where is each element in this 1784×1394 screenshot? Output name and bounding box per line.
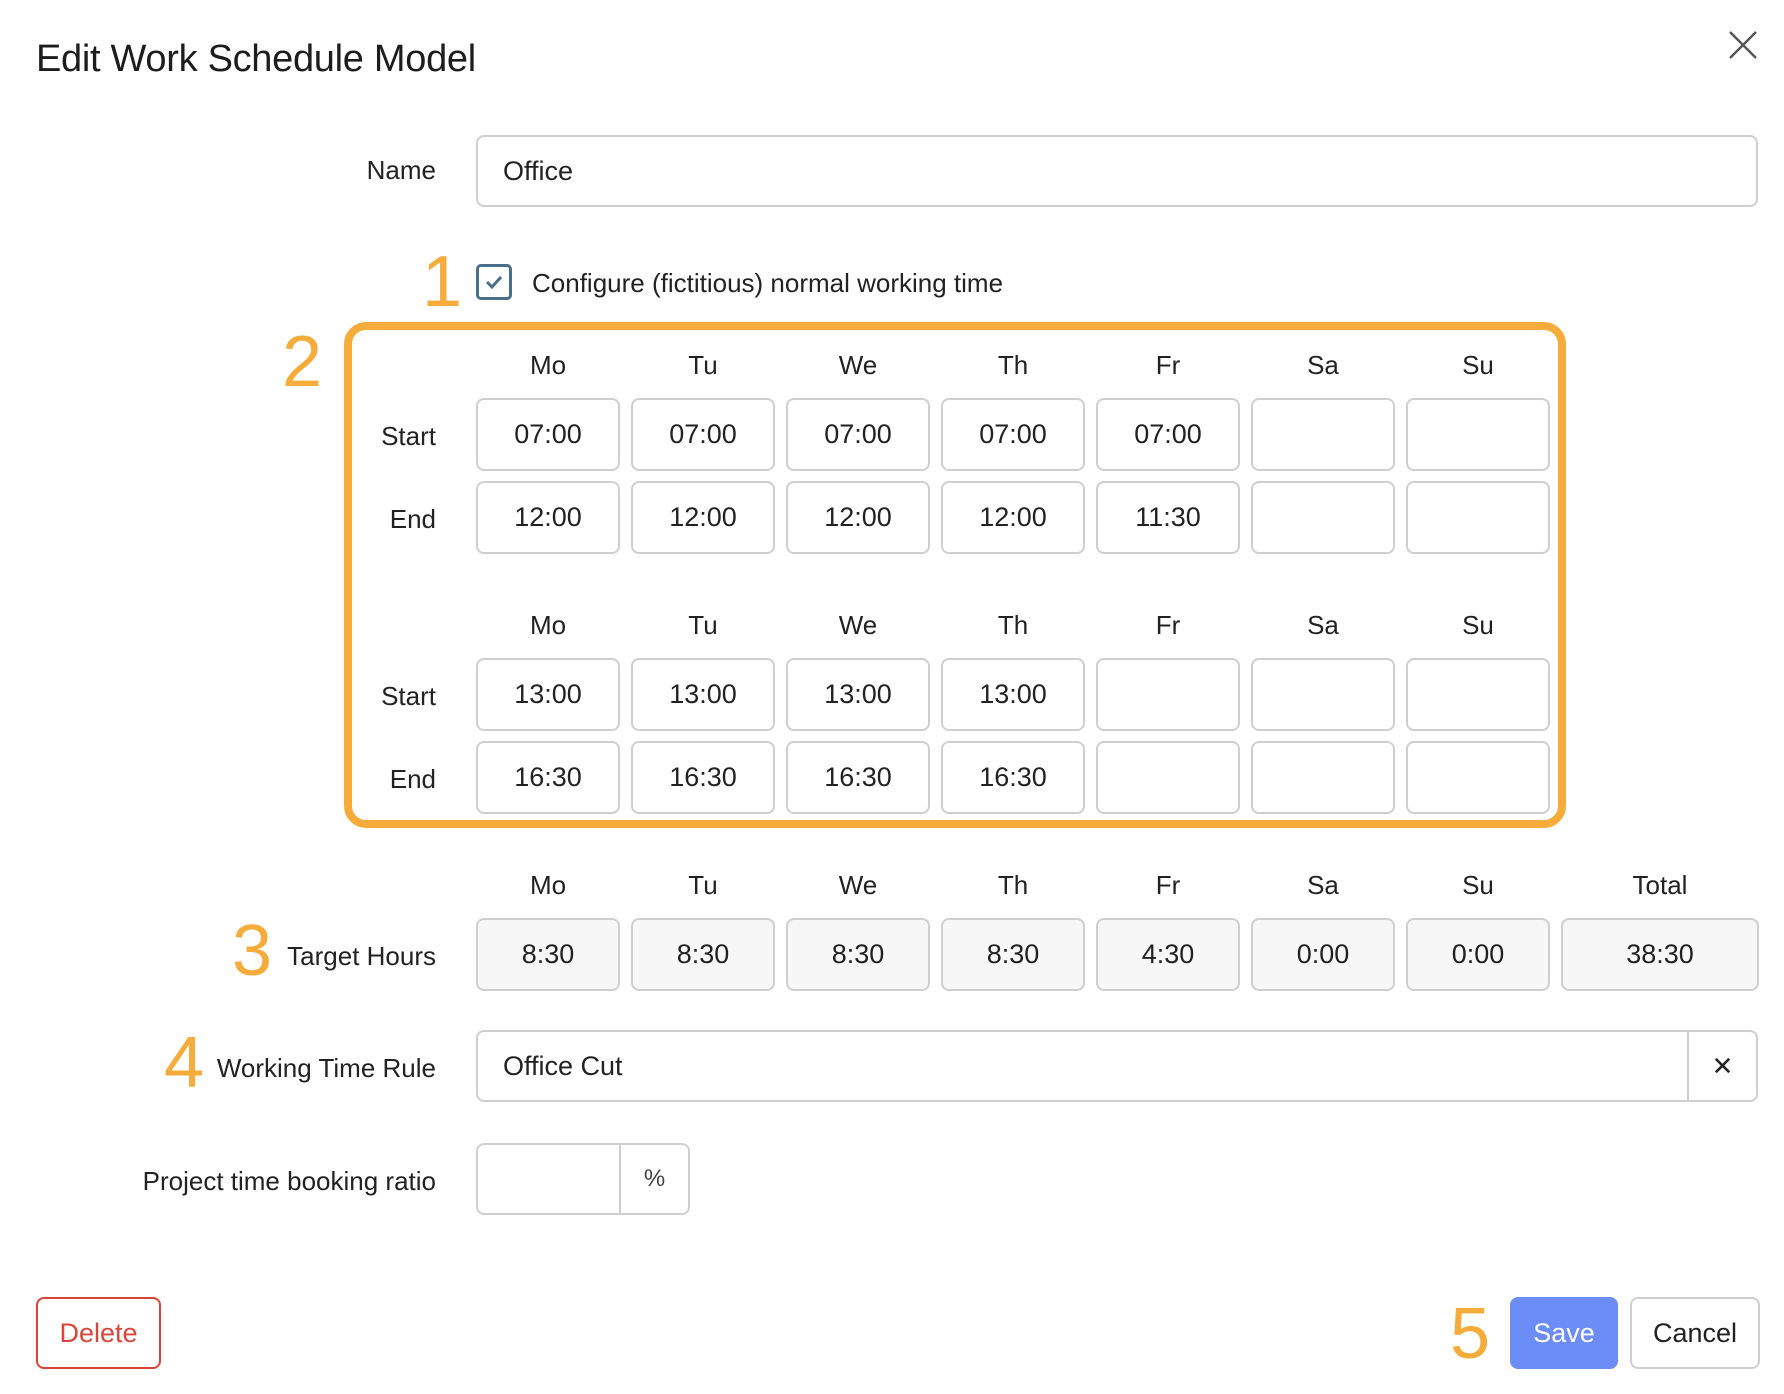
callout-3: 3 xyxy=(232,911,273,991)
clear-rule-button[interactable]: ✕ xyxy=(1689,1032,1756,1100)
target-header-mo: Mo xyxy=(529,870,567,900)
name-value: Office xyxy=(503,155,574,186)
target-tu: 8:30 xyxy=(631,918,775,991)
callout-1: 1 xyxy=(422,242,463,322)
end-tu[interactable]: 16:30 xyxy=(631,741,775,814)
save-label: Save xyxy=(1533,1317,1595,1348)
target-su: 0:00 xyxy=(1406,918,1550,991)
target-header-su: Su xyxy=(1462,870,1494,900)
save-button[interactable]: Save xyxy=(1510,1297,1618,1369)
start-sa[interactable] xyxy=(1251,658,1395,731)
end-we[interactable]: 16:30 xyxy=(786,741,930,814)
target-hours-label: Target Hours xyxy=(287,941,436,971)
day-header-mo: Mo xyxy=(529,610,567,640)
callout-2: 2 xyxy=(282,322,323,402)
end-fr[interactable] xyxy=(1096,741,1240,814)
target-fr: 4:30 xyxy=(1096,918,1240,991)
day-header-tu: Tu xyxy=(688,610,718,640)
day-header-su: Su xyxy=(1462,350,1494,380)
end-sa[interactable] xyxy=(1251,741,1395,814)
day-header-tu: Tu xyxy=(688,350,718,380)
end-su[interactable] xyxy=(1406,481,1550,554)
target-header-we: We xyxy=(838,870,878,900)
target-th: 8:30 xyxy=(941,918,1085,991)
end-label: End xyxy=(389,504,436,534)
end-sa[interactable] xyxy=(1251,481,1395,554)
configure-checkbox[interactable] xyxy=(476,264,512,300)
start-we[interactable]: 13:00 xyxy=(786,658,930,731)
target-total: 38:30 xyxy=(1561,918,1759,991)
day-header-we: We xyxy=(838,350,878,380)
percent-unit: % xyxy=(643,1165,666,1192)
clear-icon: ✕ xyxy=(1711,1050,1734,1081)
working-time-rule-value: Office Cut xyxy=(503,1050,623,1081)
end-su[interactable] xyxy=(1406,741,1550,814)
day-header-we: We xyxy=(838,610,878,640)
working-time-rule-select[interactable]: Office Cut xyxy=(476,1030,1758,1102)
start-label: Start xyxy=(381,681,436,711)
name-field[interactable]: Office xyxy=(476,135,1758,207)
end-th[interactable]: 12:00 xyxy=(941,481,1085,554)
target-header-sa: Sa xyxy=(1307,870,1339,900)
start-mo[interactable]: 13:00 xyxy=(476,658,620,731)
end-mo[interactable]: 12:00 xyxy=(476,481,620,554)
close-icon[interactable] xyxy=(1726,28,1760,62)
day-header-sa: Sa xyxy=(1307,610,1339,640)
cancel-button[interactable]: Cancel xyxy=(1630,1297,1760,1369)
start-mo[interactable]: 07:00 xyxy=(476,398,620,471)
start-fr[interactable] xyxy=(1096,658,1240,731)
end-we[interactable]: 12:00 xyxy=(786,481,930,554)
target-header-total: Total xyxy=(1632,870,1688,900)
dialog-title: Edit Work Schedule Model xyxy=(36,38,476,80)
start-th[interactable]: 07:00 xyxy=(941,398,1085,471)
start-we[interactable]: 07:00 xyxy=(786,398,930,471)
start-fr[interactable]: 07:00 xyxy=(1096,398,1240,471)
target-header-tu: Tu xyxy=(688,870,718,900)
day-header-th: Th xyxy=(997,610,1029,640)
target-header-th: Th xyxy=(997,870,1029,900)
day-header-fr: Fr xyxy=(1155,610,1181,640)
end-mo[interactable]: 16:30 xyxy=(476,741,620,814)
cancel-label: Cancel xyxy=(1652,1317,1738,1348)
end-th[interactable]: 16:30 xyxy=(941,741,1085,814)
callout-5: 5 xyxy=(1450,1294,1491,1374)
start-tu[interactable]: 13:00 xyxy=(631,658,775,731)
day-header-mo: Mo xyxy=(529,350,567,380)
day-header-th: Th xyxy=(997,350,1029,380)
day-header-sa: Sa xyxy=(1307,350,1339,380)
start-su[interactable] xyxy=(1406,398,1550,471)
start-tu[interactable]: 07:00 xyxy=(631,398,775,471)
working-time-rule-label: Working Time Rule xyxy=(216,1053,436,1083)
target-header-fr: Fr xyxy=(1155,870,1181,900)
configure-label: Configure (fictitious) normal working ti… xyxy=(532,268,1004,298)
target-sa: 0:00 xyxy=(1251,918,1395,991)
end-fr[interactable]: 11:30 xyxy=(1096,481,1240,554)
ratio-label: Project time booking ratio xyxy=(142,1166,436,1196)
day-header-su: Su xyxy=(1462,610,1494,640)
delete-label: Delete xyxy=(59,1317,138,1348)
start-label: Start xyxy=(381,421,436,451)
callout-4: 4 xyxy=(164,1023,205,1103)
start-su[interactable] xyxy=(1406,658,1550,731)
start-sa[interactable] xyxy=(1251,398,1395,471)
target-mo: 8:30 xyxy=(476,918,620,991)
delete-button[interactable]: Delete xyxy=(36,1297,161,1369)
day-header-fr: Fr xyxy=(1155,350,1181,380)
start-th[interactable]: 13:00 xyxy=(941,658,1085,731)
target-we: 8:30 xyxy=(786,918,930,991)
end-label: End xyxy=(389,764,436,794)
checkmark-icon xyxy=(485,275,503,290)
end-tu[interactable]: 12:00 xyxy=(631,481,775,554)
name-label: Name xyxy=(366,155,436,185)
